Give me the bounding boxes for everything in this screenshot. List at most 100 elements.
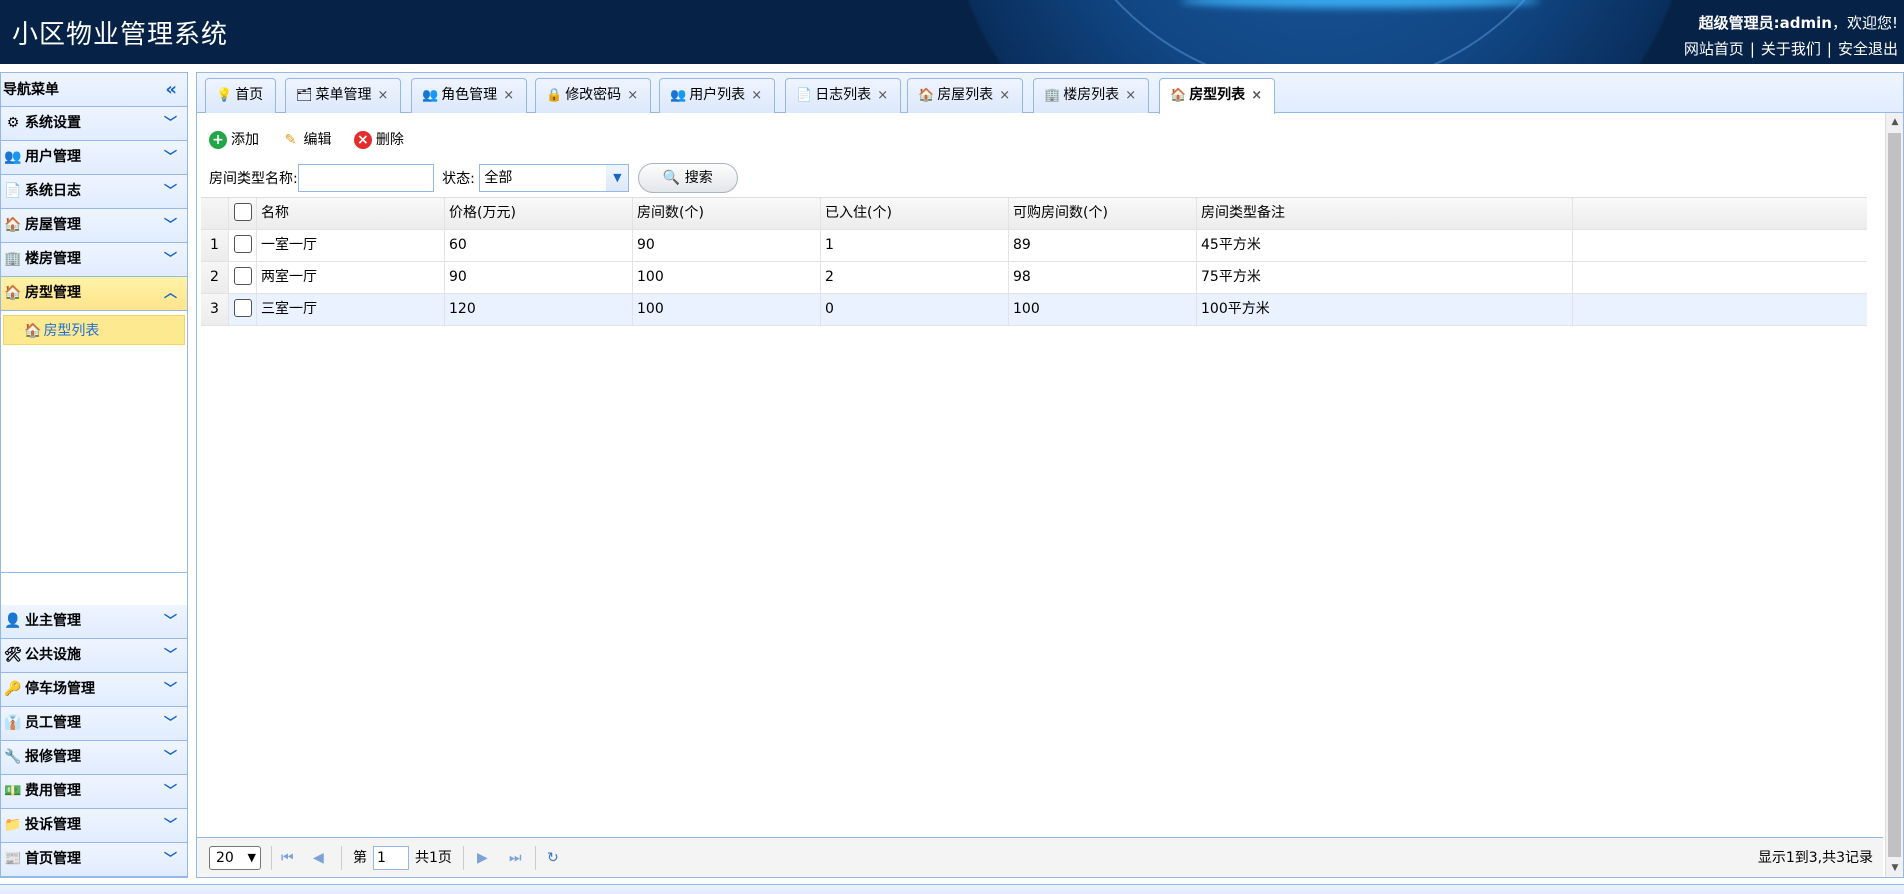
room-type-name-input[interactable]	[297, 164, 434, 192]
table-cell: 三室一厅	[257, 294, 445, 325]
tab-label: 首页	[235, 87, 264, 103]
tools-icon: 🛠	[4, 647, 22, 663]
sidebar-item[interactable]: 📄 系统日志 ﹀	[1, 175, 187, 209]
sidebar-item[interactable]: ⚙ 系统设置 ﹀	[1, 107, 187, 141]
sidebar-item[interactable]: 🏠 房屋管理 ﹀	[1, 209, 187, 243]
refresh-icon[interactable]: ↻	[547, 838, 559, 878]
tab[interactable]: 🏠 房屋列表 ×	[907, 78, 1024, 113]
table-row[interactable]: 2 两室一厅 90 100 2 98 75平方米	[201, 262, 1867, 294]
sidebar-item-label: 停车场管理	[25, 681, 95, 697]
chevron-down-icon: ﹀	[163, 252, 177, 267]
building-icon: 🏢	[4, 251, 22, 267]
column-header[interactable]: 价格(万元)	[445, 198, 633, 229]
sidebar-item[interactable]: 👥 用户管理 ﹀	[1, 141, 187, 175]
tab[interactable]: 👥 用户列表 ×	[659, 78, 776, 113]
submenu-item[interactable]: 🏠 房型列表	[3, 315, 185, 345]
sidebar-item[interactable]: 🏢 楼房管理 ﹀	[1, 243, 187, 277]
lock-icon: 🔒	[546, 88, 563, 103]
row-checkbox[interactable]	[234, 234, 252, 253]
select-cell	[229, 262, 257, 293]
table-cell: 120	[445, 294, 633, 325]
tab[interactable]: 🗂 菜单管理 ×	[285, 78, 402, 113]
vertical-scrollbar[interactable]: ▲ ▼	[1885, 113, 1903, 877]
log-icon: 📄	[4, 183, 22, 199]
tab[interactable]: 🏠 房型列表 ×	[1159, 78, 1276, 114]
page-size-select[interactable]: 20 ▼	[209, 846, 261, 870]
close-icon[interactable]: ×	[1125, 88, 1136, 103]
sidebar-item-label: 楼房管理	[25, 251, 81, 267]
sidebar-item[interactable]: 🏠 房型管理 ︿	[1, 277, 187, 311]
last-page-icon[interactable]: ⏭	[509, 838, 522, 878]
column-header[interactable]: 已入住(个)	[821, 198, 1009, 229]
tab[interactable]: 🔒 修改密码 ×	[535, 78, 652, 113]
next-page-icon[interactable]: ▶	[477, 838, 488, 878]
column-header[interactable]: 可购房间数(个)	[1009, 198, 1197, 229]
table-cell: 75平方米	[1197, 262, 1573, 293]
scroll-thumb[interactable]	[1888, 133, 1901, 857]
tab-bar: 💡 首页 🗂 菜单管理 × 👥 角色管理 × 🔒 修改密码 × 👥 用户列表 × 📄 日志列表 × 🏠 房屋列表 × 🏢…	[197, 73, 1903, 114]
pagination-bar: 20 ▼ ⏮ ◀ 第 共1页 ▶ ⏭ ↻ 显示1到3,共3记录	[197, 837, 1883, 877]
sidebar-item[interactable]: 👔 员工管理 ﹀	[1, 707, 187, 741]
close-icon[interactable]: ×	[751, 88, 762, 103]
page-number-input[interactable]	[373, 846, 409, 870]
table-cell: 0	[821, 294, 1009, 325]
select-all-checkbox[interactable]	[234, 202, 252, 221]
add-button[interactable]: + 添加	[209, 125, 259, 155]
chevron-down-icon: ▼	[247, 851, 256, 864]
column-header[interactable]: 房间类型备注	[1197, 198, 1573, 229]
building-icon: 🏢	[1044, 88, 1061, 103]
link-about-us[interactable]: 关于我们	[1761, 40, 1821, 58]
prev-page-icon[interactable]: ◀	[313, 838, 324, 878]
sidebar-item[interactable]: 💵 费用管理 ﹀	[1, 775, 187, 809]
sidebar-item[interactable]: 📰 首页管理 ﹀	[1, 843, 187, 877]
sidebar-item-label: 员工管理	[25, 715, 81, 731]
chevron-down-icon: ﹀	[163, 116, 177, 131]
edit-button[interactable]: ✎ 编辑	[281, 125, 332, 155]
sidebar-item[interactable]: 🛠 公共设施 ﹀	[1, 639, 187, 673]
table-row[interactable]: 3 三室一厅 120 100 0 100 100平方米	[201, 294, 1867, 326]
key-icon: 🔑	[4, 681, 22, 697]
top-links: 网站首页 | 关于我们 | 安全退出	[1684, 38, 1898, 59]
plus-icon: +	[209, 131, 227, 149]
close-icon[interactable]: ×	[627, 88, 638, 103]
column-header[interactable]: 名称	[257, 198, 445, 229]
link-site-home[interactable]: 网站首页	[1684, 40, 1744, 58]
link-logout[interactable]: 安全退出	[1838, 40, 1898, 58]
row-number	[201, 198, 229, 229]
pager-separator	[341, 846, 342, 870]
table-row[interactable]: 1 一室一厅 60 90 1 89 45平方米	[201, 230, 1867, 262]
users-icon: 👥	[4, 149, 22, 165]
status-select[interactable]: 全部 ▼	[479, 164, 630, 192]
row-checkbox[interactable]	[234, 266, 252, 285]
scroll-up-icon[interactable]: ▲	[1886, 113, 1904, 131]
tab-label: 日志列表	[815, 87, 872, 103]
sidebar-item[interactable]: 🔑 停车场管理 ﹀	[1, 673, 187, 707]
close-icon[interactable]: ×	[503, 88, 514, 103]
gear-icon: ⚙	[6, 115, 20, 131]
tab[interactable]: 👥 角色管理 ×	[411, 78, 528, 113]
collapse-sidebar-icon[interactable]: «	[165, 73, 177, 107]
room-type-name-label: 房间类型名称:	[209, 171, 298, 187]
table-cell: 1	[821, 230, 1009, 261]
table-cell: 89	[1009, 230, 1197, 261]
search-icon: 🔍	[662, 170, 681, 186]
sidebar-item[interactable]: 🔧 报修管理 ﹀	[1, 741, 187, 775]
sidebar-item[interactable]: 📁 投诉管理 ﹀	[1, 809, 187, 843]
close-icon[interactable]: ×	[999, 88, 1010, 103]
tab[interactable]: 💡 首页	[205, 78, 277, 113]
close-icon[interactable]: ×	[877, 88, 888, 103]
search-button[interactable]: 🔍 搜索	[637, 163, 738, 193]
tab[interactable]: 🏢 楼房列表 ×	[1033, 78, 1150, 113]
tab[interactable]: 📄 日志列表 ×	[785, 78, 902, 113]
row-checkbox[interactable]	[234, 298, 252, 317]
delete-button[interactable]: × 删除	[353, 125, 404, 155]
pencil-icon: ✎	[284, 132, 297, 148]
sidebar-item[interactable]: 👤 业主管理 ﹀	[1, 605, 187, 639]
close-icon[interactable]: ×	[378, 88, 389, 103]
staff-icon: 👔	[4, 715, 22, 731]
table-cell: 100	[1009, 294, 1197, 325]
scroll-down-icon[interactable]: ▼	[1886, 859, 1904, 877]
close-icon[interactable]: ×	[1251, 88, 1262, 103]
column-header[interactable]: 房间数(个)	[633, 198, 821, 229]
first-page-icon[interactable]: ⏮	[281, 838, 294, 878]
